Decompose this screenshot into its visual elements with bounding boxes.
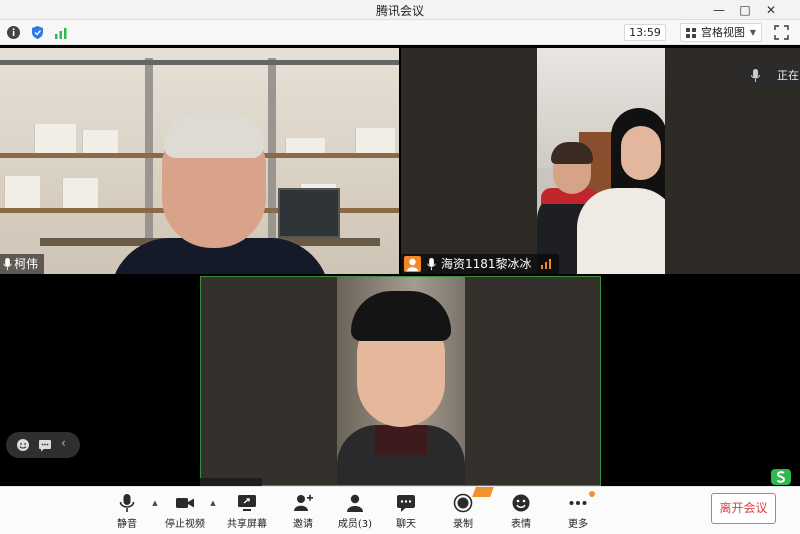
speaking-indicator: 正在讠 [739, 62, 799, 90]
more-label: 更多 [568, 519, 588, 530]
chevron-up-icon[interactable]: ▲ [208, 499, 218, 507]
record-icon [453, 493, 473, 513]
leave-meeting-button[interactable]: 离开会议 [711, 493, 776, 524]
meeting-toolbar: 静音 ▲ 停止视频 ▲ 共享屏幕 邀请 成员(3) 聊天 录制 表情 更多 [0, 486, 800, 534]
chat-icon[interactable] [38, 438, 52, 452]
meeting-info-bar: 13:59 宫格视图 ▼ [0, 20, 800, 45]
mic-icon [427, 258, 436, 271]
shield-icon[interactable] [30, 25, 45, 40]
emoji-icon[interactable] [16, 438, 30, 452]
video-feed-2 [537, 48, 665, 274]
microphone-icon [119, 494, 135, 512]
floating-chat-dock[interactable]: ‹ [6, 432, 80, 458]
participant-name-label-1: 柯伟 [0, 254, 45, 274]
mic-icon [3, 258, 12, 271]
network-signal-icon[interactable] [54, 25, 69, 40]
user-avatar-icon [404, 256, 421, 272]
video-camera-icon [176, 498, 194, 508]
participant-name: 海资1181黎冰冰 [441, 257, 532, 271]
chat-bubble-icon [397, 495, 415, 512]
participant-name-label-2: 海资1181黎冰冰 [401, 254, 560, 274]
view-layout-dropdown[interactable]: 宫格视图 ▼ [680, 23, 762, 42]
speaking-label: 正在讠 [777, 69, 799, 82]
record-label: 录制 [453, 519, 473, 530]
invite-label: 邀请 [293, 519, 313, 530]
info-icon[interactable] [6, 25, 21, 40]
video-tile-3[interactable] [200, 276, 601, 486]
video-tile-2[interactable]: 正在讠 [401, 48, 800, 274]
view-layout-label: 宫格视图 [701, 26, 745, 39]
input-method-icon[interactable] [770, 466, 792, 488]
members-icon [347, 494, 363, 512]
stop-video-button[interactable]: 停止视频 [160, 487, 210, 534]
share-screen-label: 共享屏幕 [227, 519, 267, 530]
meeting-clock: 13:59 [624, 24, 666, 41]
chevron-down-icon: ▼ [749, 28, 756, 37]
video-tile-1[interactable] [0, 48, 399, 274]
members-button[interactable]: 成员(3) [335, 487, 375, 534]
video-feed-3 [337, 277, 465, 485]
chevron-left-icon[interactable]: ‹ [61, 436, 66, 450]
close-button[interactable]: ✕ [758, 0, 784, 20]
notification-dot [589, 491, 595, 497]
stop-video-label: 停止视频 [165, 519, 205, 530]
share-screen-button[interactable]: 共享屏幕 [222, 487, 272, 534]
emoji-icon [512, 494, 530, 512]
maximize-button[interactable]: □ [732, 0, 758, 20]
grid-view-icon [686, 28, 696, 38]
network-signal-icon [541, 259, 553, 269]
participant-name: 柯伟 [14, 257, 39, 271]
minimize-button[interactable]: — [706, 0, 732, 20]
reactions-button[interactable]: 表情 [505, 487, 537, 534]
title-bar: 腾讯会议 — □ ✕ [0, 0, 800, 20]
add-user-icon [294, 494, 313, 511]
new-badge [472, 487, 494, 497]
chevron-up-icon[interactable]: ▲ [150, 499, 160, 507]
share-screen-icon [238, 495, 256, 511]
meeting-window: 腾讯会议 — □ ✕ 13:59 宫格视图 ▼ 正在 柯伟 海资1181黎冰冰 … [0, 0, 800, 534]
invite-button[interactable]: 邀请 [285, 487, 321, 534]
members-label: 成员(3) [337, 519, 373, 530]
window-title: 腾讯会议 [375, 4, 424, 18]
reactions-label: 表情 [511, 519, 531, 530]
fullscreen-icon[interactable] [774, 25, 789, 40]
video-feed-1 [0, 48, 399, 274]
chat-label: 聊天 [396, 519, 416, 530]
mute-button[interactable]: 静音 [110, 487, 144, 534]
chat-button[interactable]: 聊天 [390, 487, 422, 534]
more-dots-icon [569, 501, 587, 505]
mute-label: 静音 [117, 519, 137, 530]
mic-icon [751, 69, 760, 82]
